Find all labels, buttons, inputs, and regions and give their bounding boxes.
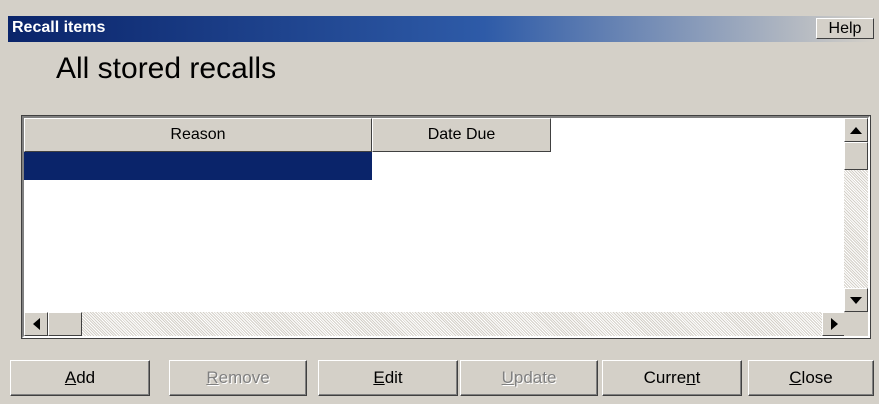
- window-title: Recall items: [12, 19, 106, 36]
- arrow-up-icon: [850, 126, 862, 134]
- vertical-scroll-thumb[interactable]: [844, 142, 868, 170]
- update-button[interactable]: Update: [460, 360, 598, 396]
- recalls-list[interactable]: Reason Date Due: [21, 115, 871, 339]
- edit-button[interactable]: Edit: [318, 360, 458, 396]
- help-button[interactable]: Help: [816, 18, 874, 39]
- remove-button-label: Remove: [206, 368, 270, 387]
- current-button[interactable]: Current: [602, 360, 742, 396]
- arrow-left-icon: [32, 318, 40, 330]
- scrollbar-corner: [844, 312, 868, 336]
- title-bar: Recall items Help: [8, 16, 874, 42]
- edit-button-label: Edit: [373, 368, 403, 387]
- close-button[interactable]: Close: [748, 360, 874, 396]
- current-button-label: Current: [643, 368, 701, 387]
- update-button-label: Update: [501, 368, 557, 387]
- column-header-date-due[interactable]: Date Due: [372, 118, 551, 152]
- horizontal-scroll-thumb[interactable]: [48, 312, 82, 336]
- horizontal-scrollbar[interactable]: [24, 312, 846, 336]
- add-button-label: Add: [64, 368, 96, 387]
- page-title: All stored recalls: [56, 52, 277, 85]
- add-button[interactable]: Add: [10, 360, 150, 396]
- scroll-up-button[interactable]: [844, 118, 868, 142]
- scroll-right-button[interactable]: [822, 312, 846, 336]
- vertical-scrollbar[interactable]: [844, 118, 868, 312]
- remove-button[interactable]: Remove: [169, 360, 307, 396]
- table-row-selected[interactable]: [24, 152, 372, 180]
- arrow-right-icon: [830, 318, 838, 330]
- scroll-down-button[interactable]: [844, 288, 868, 312]
- scroll-left-button[interactable]: [24, 312, 48, 336]
- column-header-reason[interactable]: Reason: [24, 118, 372, 152]
- arrow-down-icon: [850, 296, 862, 304]
- close-button-label: Close: [789, 368, 833, 387]
